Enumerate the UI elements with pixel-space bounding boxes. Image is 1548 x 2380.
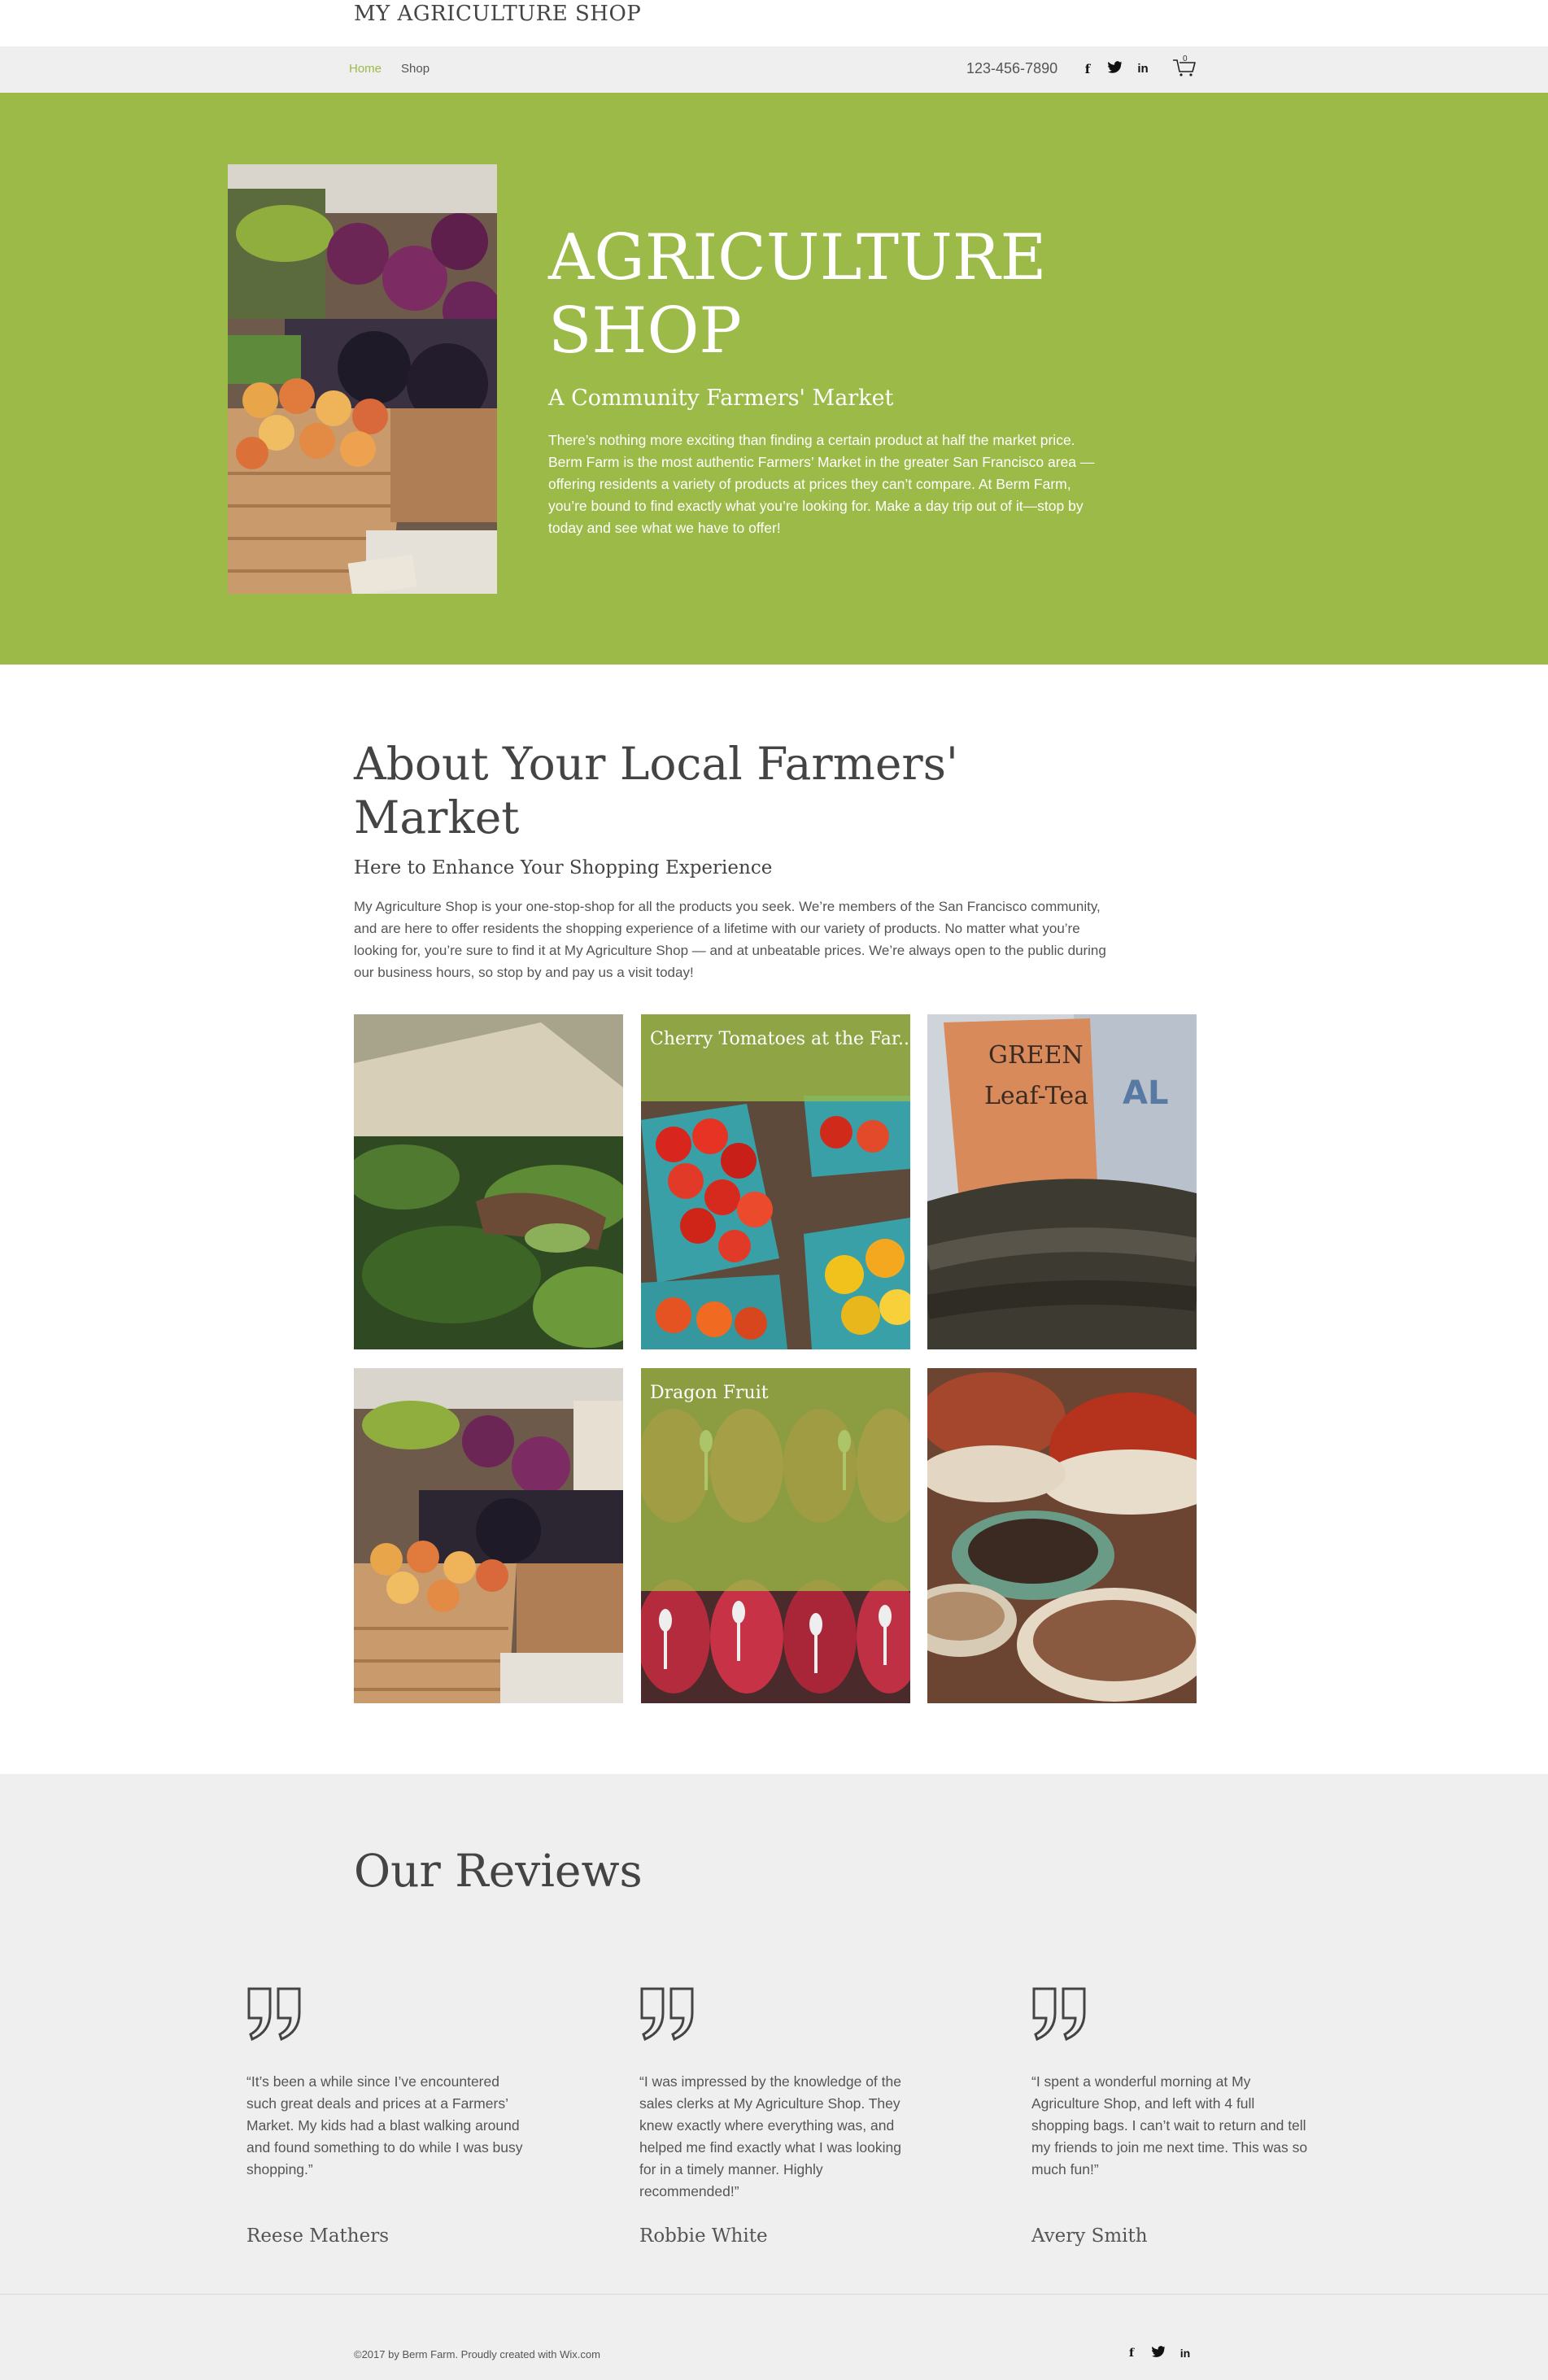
navigation-bar bbox=[0, 46, 1548, 93]
about-description: My Agriculture Shop is your one-stop-sho… bbox=[354, 899, 1106, 980]
hero-subtitle: A Community Farmers' Market bbox=[548, 386, 894, 411]
review-text: “I was impressed by the knowledge of the… bbox=[639, 2073, 901, 2199]
hero-description: There’s nothing more exciting than findi… bbox=[548, 432, 1095, 536]
svg-text:Leaf-Tea: Leaf-Tea bbox=[984, 1082, 1088, 1110]
about-title: About Your Local Farmers' Market bbox=[354, 738, 959, 843]
hero-market-image bbox=[228, 164, 497, 594]
facebook-icon[interactable]: f bbox=[1123, 2346, 1140, 2360]
copyright-text: ©2017 by Berm Farm. Proudly created with… bbox=[354, 2348, 600, 2360]
gallery-tile-market-basket[interactable] bbox=[354, 1368, 623, 1703]
gallery-tile-spices[interactable] bbox=[927, 1368, 1197, 1703]
gallery-tile-cherry-tomatoes[interactable]: Cherry Tomatoes at the Far... bbox=[641, 1014, 910, 1349]
svg-text:AL: AL bbox=[1123, 1074, 1168, 1112]
nav-item-home[interactable]: Home bbox=[349, 62, 382, 76]
gallery-tile-green-tea[interactable]: AL GREEN Leaf-Tea bbox=[927, 1014, 1197, 1349]
review-text: “I spent a wonderful morning at My Agric… bbox=[1031, 2073, 1308, 2177]
review-text: “It’s been a while since I’ve encountere… bbox=[246, 2073, 523, 2177]
reviewer-name: Robbie White bbox=[639, 2225, 768, 2247]
reviews-title: Our Reviews bbox=[354, 1845, 643, 1897]
gallery-tile-label: Dragon Fruit bbox=[650, 1383, 769, 1403]
facebook-icon[interactable]: f bbox=[1079, 61, 1097, 77]
linkedin-icon[interactable]: in bbox=[1134, 61, 1152, 77]
reviewer-name: Reese Mathers bbox=[246, 2225, 389, 2247]
tile-caption-overlay bbox=[641, 1014, 910, 1101]
twitter-icon[interactable] bbox=[1106, 61, 1124, 77]
about-subtitle: Here to Enhance Your Shopping Experience bbox=[354, 857, 773, 878]
reviewer-name: Avery Smith bbox=[1031, 2225, 1148, 2247]
svg-text:GREEN: GREEN bbox=[988, 1041, 1084, 1070]
gallery-tile-label: Cherry Tomatoes at the Far... bbox=[650, 1029, 910, 1049]
site-title[interactable]: MY AGRICULTURE SHOP bbox=[354, 2, 641, 26]
phone-number: 123-456-7890 bbox=[966, 60, 1058, 76]
cart-count: 0 bbox=[1183, 54, 1188, 63]
reviews-section bbox=[0, 1774, 1548, 2295]
quote-icon bbox=[1032, 1987, 1086, 2041]
hero-title: AGRICULTURE SHOP bbox=[548, 221, 1047, 368]
footer bbox=[0, 2295, 1548, 2380]
quote-icon bbox=[640, 1987, 694, 2041]
nav-item-shop[interactable]: Shop bbox=[401, 62, 430, 76]
quote-icon bbox=[247, 1987, 301, 2041]
linkedin-icon[interactable]: in bbox=[1177, 2346, 1193, 2360]
gallery-tile-harvest[interactable] bbox=[354, 1014, 623, 1349]
twitter-icon[interactable] bbox=[1150, 2346, 1166, 2360]
gallery-tile-dragon-fruit[interactable]: Dragon Fruit bbox=[641, 1368, 910, 1703]
